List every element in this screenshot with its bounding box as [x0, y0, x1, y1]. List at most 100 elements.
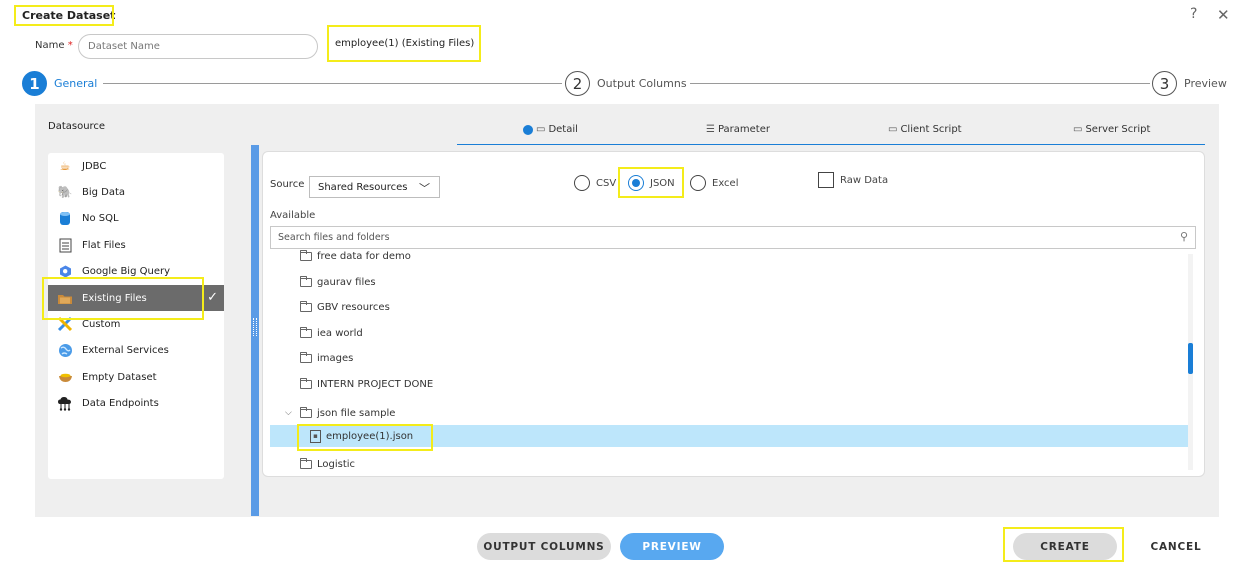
tree-item-label: gaurav files [317, 276, 376, 288]
close-icon[interactable]: ✕ [1217, 6, 1230, 24]
empty-bowl-icon [56, 369, 74, 385]
folder-open-icon [300, 406, 312, 418]
database-icon [56, 210, 74, 226]
step-2-label[interactable]: Output Columns [597, 77, 687, 90]
datasource-item-jdbc[interactable]: ☕ JDBC [48, 153, 224, 179]
tab-label: Server Script [1085, 124, 1151, 135]
selected-file-caption: employee(1) (Existing Files) [335, 38, 475, 49]
tab-detail[interactable]: ▭ Detail [523, 124, 578, 135]
detail-icon: ▭ [536, 124, 546, 135]
output-columns-button[interactable]: OUTPUT COLUMNS [477, 533, 611, 560]
tab-server-script[interactable]: ▭ Server Script [1073, 124, 1150, 135]
datasource-item-external-services[interactable]: External Services [48, 337, 224, 363]
cancel-button[interactable]: CANCEL [1140, 533, 1212, 560]
name-label: Name * [35, 40, 73, 51]
splitter-grip-icon [253, 318, 257, 336]
datasource-item-custom[interactable]: Custom [48, 311, 224, 337]
sliders-icon: ☰ [706, 124, 715, 135]
datasource-item-big-data[interactable]: 🐘 Big Data [48, 179, 224, 205]
search-box: ⚲ [270, 226, 1196, 249]
datasource-item-label: External Services [82, 344, 169, 356]
tree-item[interactable]: free data for demo [270, 250, 1188, 267]
active-dot-icon [523, 124, 533, 135]
tree-item-label: json file sample [317, 407, 396, 419]
format-radio-csv[interactable] [574, 175, 590, 191]
bigquery-icon [56, 263, 74, 279]
step-connector [103, 83, 562, 84]
tree-item-label: INTERN PROJECT DONE [317, 378, 434, 390]
folder-icon [300, 275, 312, 287]
folder-icon [300, 377, 312, 389]
raw-data-label: Raw Data [840, 175, 889, 186]
datasource-item-label: Google Big Query [82, 265, 170, 277]
tree-item-label: iea world [317, 327, 363, 339]
dataset-name-input[interactable] [78, 34, 318, 59]
datasource-item-existing-files[interactable]: Existing Files ✓ [48, 285, 224, 311]
tab-label: Client Script [900, 124, 962, 135]
datasource-item-label: Empty Dataset [82, 371, 157, 383]
datasource-item-label: No SQL [82, 212, 119, 224]
tree-scrollbar-thumb[interactable] [1188, 343, 1193, 374]
cloud-network-icon [56, 395, 74, 411]
step-3-circle[interactable]: 3 [1152, 71, 1177, 96]
datasource-list: ☕ JDBC 🐘 Big Data No SQL Flat Files Goog… [48, 153, 224, 479]
datasource-item-label: Data Endpoints [82, 397, 159, 409]
tree-item[interactable]: ⌵ json file sample [270, 402, 1188, 424]
datasource-item-empty-dataset[interactable]: Empty Dataset [48, 364, 224, 390]
tree-item[interactable]: GBV resources [270, 296, 1188, 318]
dialog-title: Create Dataset [22, 9, 116, 22]
tab-client-script[interactable]: ▭ Client Script [888, 124, 962, 135]
tab-parameter[interactable]: ☰ Parameter [706, 124, 770, 135]
tree-item[interactable]: images [270, 347, 1188, 369]
tree-item[interactable]: Logistic [270, 453, 1188, 472]
tree-item-label: employee(1).json [326, 430, 414, 442]
available-label: Available [270, 210, 316, 221]
datasource-item-label: Flat Files [82, 239, 126, 251]
create-button[interactable]: CREATE [1013, 533, 1117, 560]
search-icon[interactable]: ⚲ [1180, 230, 1188, 243]
globe-icon [56, 342, 74, 358]
source-select[interactable]: Shared Resources ﹀ [309, 176, 440, 198]
tools-icon [56, 316, 74, 332]
folder-files-icon [56, 290, 74, 306]
tab-label: Detail [548, 124, 578, 135]
datasource-item-flat-files[interactable]: Flat Files [48, 232, 224, 258]
datasource-item-no-sql[interactable]: No SQL [48, 205, 224, 231]
step-1-circle[interactable]: 1 [22, 71, 47, 96]
file-tree: free data for demo gaurav files GBV reso… [270, 250, 1188, 472]
format-radio-label: CSV [596, 178, 617, 189]
chevron-down-icon: ﹀ [419, 182, 430, 195]
tree-item-label: images [317, 352, 354, 364]
tree-item-selected-file[interactable]: ▪ employee(1).json [270, 425, 1188, 447]
tree-item[interactable]: gaurav files [270, 271, 1188, 293]
folder-icon [300, 351, 312, 363]
format-radio-json[interactable] [628, 175, 644, 191]
datasource-title: Datasource [48, 121, 106, 132]
chevron-down-icon[interactable]: ⌵ [285, 408, 297, 418]
json-file-icon: ▪ [310, 429, 321, 443]
folder-icon [300, 457, 312, 469]
search-input[interactable] [271, 227, 1161, 248]
raw-data-checkbox[interactable] [818, 172, 834, 188]
format-radio-excel[interactable] [690, 175, 706, 191]
folder-icon [300, 250, 312, 261]
help-icon[interactable]: ? [1190, 6, 1197, 22]
source-label: Source [270, 179, 305, 190]
datasource-item-google-big-query[interactable]: Google Big Query [48, 258, 224, 284]
tree-item-label: free data for demo [317, 250, 411, 262]
preview-button[interactable]: PREVIEW [620, 533, 724, 560]
tree-item[interactable]: iea world [270, 322, 1188, 344]
step-3-label[interactable]: Preview [1184, 77, 1227, 90]
tab-label: Parameter [717, 124, 770, 135]
format-radio-label: Excel [712, 178, 739, 189]
folder-icon [300, 326, 312, 338]
tree-item[interactable]: INTERN PROJECT DONE [270, 373, 1188, 395]
datasource-item-data-endpoints[interactable]: Data Endpoints [48, 390, 224, 416]
step-1-label[interactable]: General [54, 77, 97, 90]
server-script-icon: ▭ [1073, 124, 1083, 135]
step-2-circle[interactable]: 2 [565, 71, 590, 96]
source-select-value: Shared Resources [318, 181, 408, 193]
java-icon: ☕ [59, 159, 71, 173]
spreadsheet-icon [56, 237, 74, 253]
format-radio-label: JSON [650, 178, 675, 189]
